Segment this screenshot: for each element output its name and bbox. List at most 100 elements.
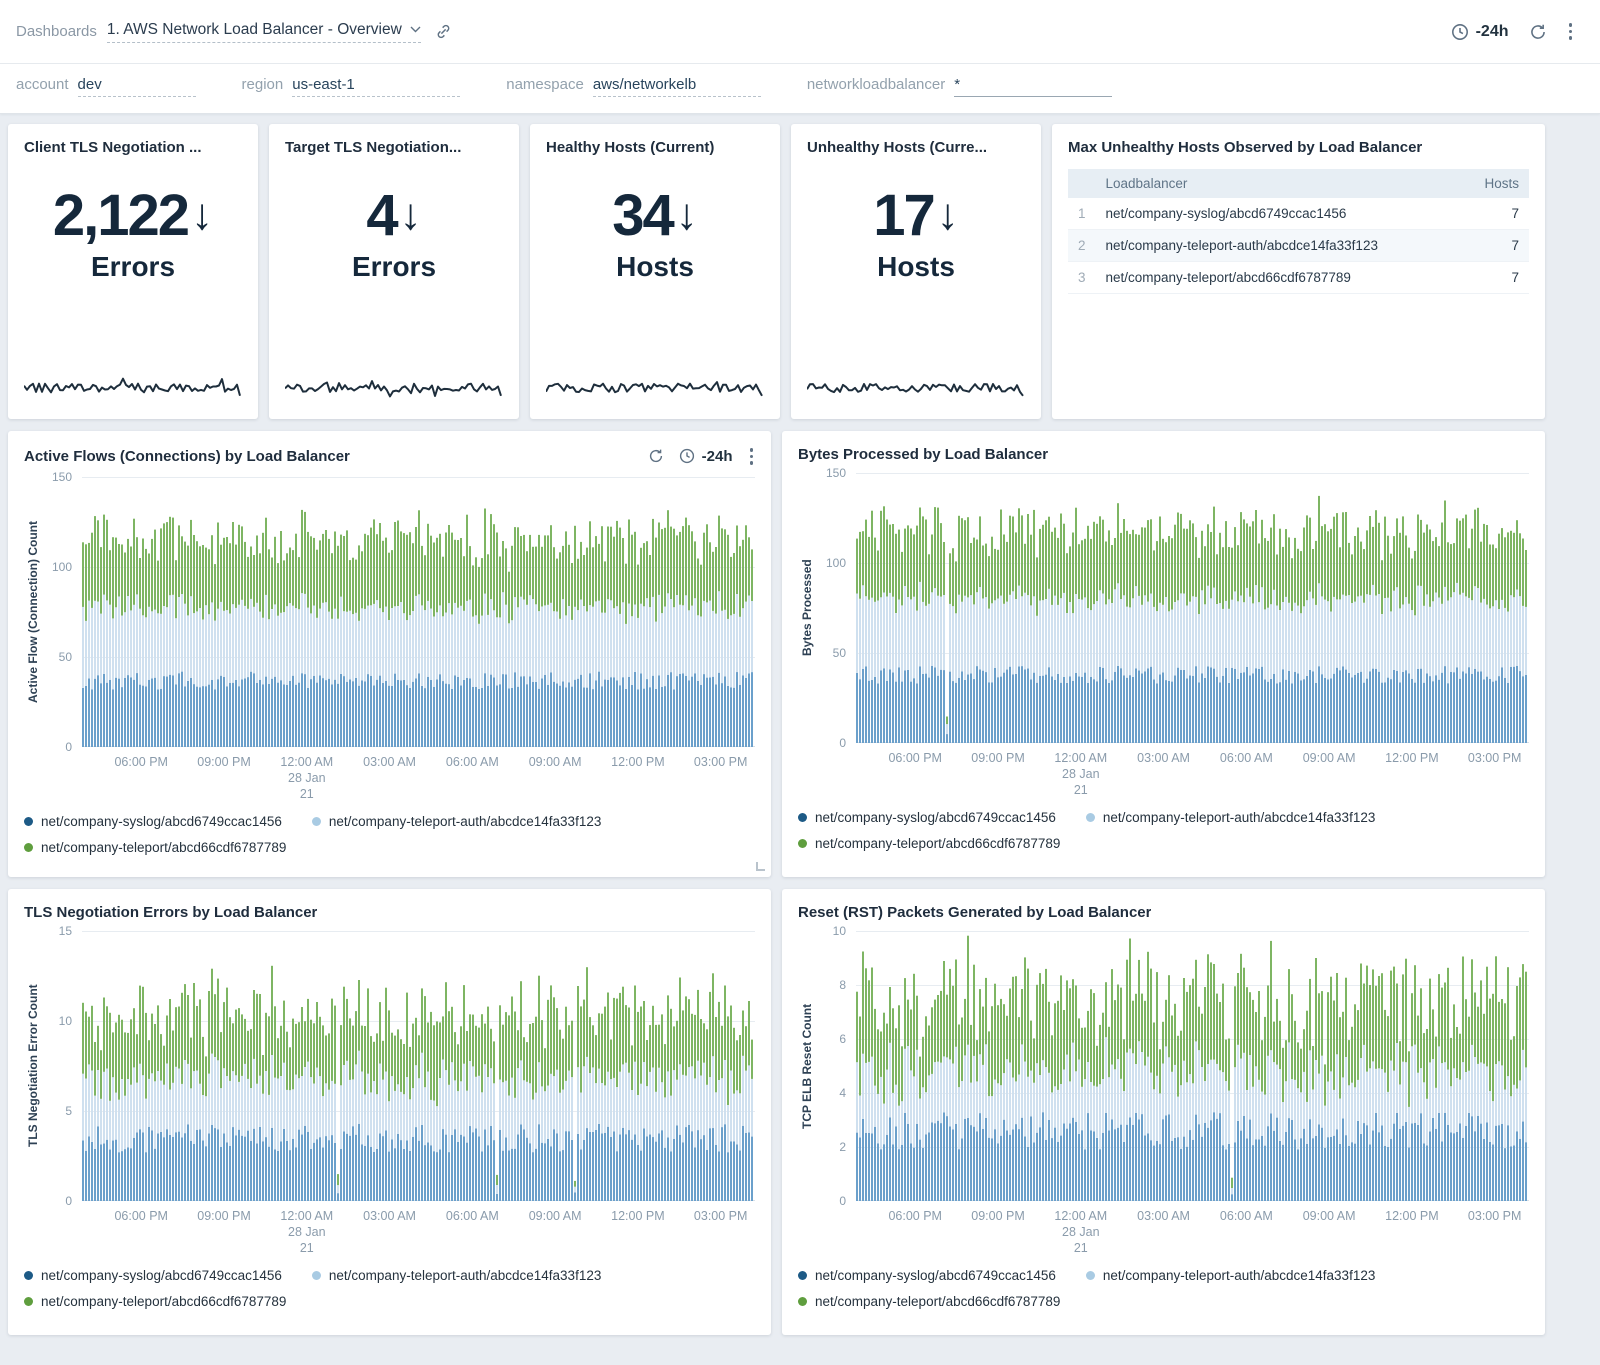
filter-value-region[interactable]: us-east-1	[292, 76, 460, 97]
refresh-icon	[648, 448, 664, 464]
hosts-table-header-row: Loadbalancer Hosts	[1068, 169, 1529, 198]
refresh-button[interactable]	[1529, 23, 1547, 41]
y-axis-ticks: 051015	[44, 931, 82, 1201]
panel-tls-negotiation-errors: TLS Negotiation Errors by Load Balancer …	[8, 889, 771, 1335]
legend-item[interactable]: net/company-syslog/abcd6749ccac1456	[798, 1268, 1056, 1283]
y-tick-label: 50	[833, 646, 846, 660]
chart-legend: net/company-syslog/abcd6749ccac1456 net/c…	[24, 805, 755, 857]
stat-value: 17↓	[807, 182, 1025, 249]
loadbalancer-name: net/company-teleport-auth/abcdce14fa33f1…	[1096, 230, 1461, 262]
kebab-menu-button[interactable]	[1567, 21, 1575, 42]
time-range-control[interactable]: -24h	[1451, 23, 1509, 41]
stat-panel-client-tls-errors: Client TLS Negotiation ... 2,122↓ Errors	[8, 124, 258, 419]
x-tick-label: 09:00 AM	[529, 1208, 582, 1224]
hosts-table: Loadbalancer Hosts 1net/company-syslog/a…	[1068, 169, 1529, 294]
filter-value-namespace[interactable]: aws/networkelb	[593, 76, 761, 97]
y-tick-label: 0	[839, 736, 846, 750]
y-tick-label: 0	[65, 740, 72, 754]
filter-value-networkloadbalancer[interactable]: *	[954, 76, 1112, 97]
chart-canvas	[82, 477, 755, 747]
x-tick-label: 12:00 AM28 Jan21	[280, 1208, 333, 1256]
resize-handle[interactable]	[756, 862, 765, 871]
x-tick-label: 06:00 AM	[446, 754, 499, 770]
panel-title: Active Flows (Connections) by Load Balan…	[24, 448, 350, 465]
x-tick-label: 03:00 PM	[694, 1208, 748, 1224]
x-tick-label: 09:00 PM	[971, 750, 1025, 766]
x-tick-label: 09:00 AM	[1303, 750, 1356, 766]
legend-item[interactable]: net/company-teleport-auth/abcdce14fa33f1…	[1086, 810, 1375, 825]
y-tick-label: 5	[65, 1104, 72, 1118]
dashboards-breadcrumb[interactable]: Dashboards	[16, 23, 97, 40]
legend-item[interactable]: net/company-teleport-auth/abcdce14fa33f1…	[312, 1268, 601, 1283]
legend-label: net/company-syslog/abcd6749ccac1456	[41, 814, 282, 829]
x-axis-ticks: 06:00 PM09:00 PM12:00 AM28 Jan2103:00 AM…	[82, 747, 755, 801]
x-tick-label: 12:00 AM28 Jan21	[1054, 1208, 1107, 1256]
y-tick-label: 8	[839, 978, 846, 992]
panel-title: Max Unhealthy Hosts Observed by Load Bal…	[1068, 139, 1529, 156]
table-row[interactable]: 1net/company-syslog/abcd6749ccac14567	[1068, 198, 1529, 230]
table-row[interactable]: 2net/company-teleport-auth/abcdce14fa33f…	[1068, 230, 1529, 262]
legend-item[interactable]: net/company-teleport-auth/abcdce14fa33f1…	[312, 814, 601, 829]
legend-item[interactable]: net/company-teleport/abcd66cdf6787789	[24, 1294, 286, 1309]
chart-plot-active-flows	[82, 477, 755, 747]
legend-dot-icon	[24, 843, 33, 852]
x-tick-label: 06:00 AM	[1220, 750, 1273, 766]
legend-label: net/company-syslog/abcd6749ccac1456	[815, 1268, 1056, 1283]
chart-refresh-button[interactable]	[648, 448, 664, 464]
y-tick-label: 4	[839, 1086, 846, 1100]
chart-canvas	[856, 931, 1529, 1201]
filter-networkloadbalancer: networkloadbalancer *	[807, 76, 1112, 97]
y-tick-label: 10	[833, 924, 846, 938]
legend-item[interactable]: net/company-teleport/abcd66cdf6787789	[798, 836, 1060, 851]
chart-canvas	[856, 473, 1529, 743]
legend-dot-icon	[798, 1297, 807, 1306]
y-tick-label: 50	[59, 650, 72, 664]
x-tick-label: 03:00 PM	[1468, 750, 1522, 766]
filter-label: namespace	[506, 76, 584, 93]
legend-item[interactable]: net/company-syslog/abcd6749ccac1456	[24, 1268, 282, 1283]
chart-time-range-control[interactable]: -24h	[679, 448, 733, 465]
legend-item[interactable]: net/company-teleport/abcd66cdf6787789	[798, 1294, 1060, 1309]
legend-item[interactable]: net/company-teleport/abcd66cdf6787789	[24, 840, 286, 855]
legend-dot-icon	[798, 839, 807, 848]
topbar: Dashboards 1. AWS Network Load Balancer …	[0, 0, 1600, 64]
share-link-button[interactable]	[435, 23, 452, 40]
legend-dot-icon	[798, 813, 807, 822]
stat-value: 4↓	[285, 182, 503, 249]
trend-down-icon: ↓	[191, 190, 213, 239]
stat-title: Healthy Hosts (Current)	[546, 139, 764, 156]
stat-title: Target TLS Negotiation...	[285, 139, 503, 156]
clock-icon	[679, 448, 695, 464]
x-tick-label: 12:00 AM28 Jan21	[1054, 750, 1107, 798]
row-index: 1	[1068, 198, 1096, 230]
dashboard-content: Client TLS Negotiation ... 2,122↓ Errors…	[0, 114, 1600, 1335]
x-tick-label: 09:00 PM	[197, 1208, 251, 1224]
table-row[interactable]: 3net/company-teleport/abcd66cdf67877897	[1068, 262, 1529, 294]
panel-title: TLS Negotiation Errors by Load Balancer	[24, 904, 317, 921]
stat-value: 2,122↓	[24, 182, 242, 249]
y-tick-label: 15	[59, 924, 72, 938]
legend-label: net/company-teleport-auth/abcdce14fa33f1…	[329, 1268, 601, 1283]
stat-unit: Hosts	[807, 251, 1025, 283]
legend-item[interactable]: net/company-teleport-auth/abcdce14fa33f1…	[1086, 1268, 1375, 1283]
chart-kebab-button[interactable]	[748, 446, 756, 467]
x-tick-label: 12:00 PM	[1385, 750, 1439, 766]
legend-item[interactable]: net/company-syslog/abcd6749ccac1456	[798, 810, 1056, 825]
dashboard-title-dropdown[interactable]: 1. AWS Network Load Balancer - Overview	[107, 21, 421, 43]
column-header-loadbalancer: Loadbalancer	[1096, 169, 1461, 198]
y-tick-label: 100	[52, 560, 72, 574]
filter-value-account[interactable]: dev	[78, 76, 196, 97]
loadbalancer-name: net/company-teleport/abcd66cdf6787789	[1096, 262, 1461, 294]
y-tick-label: 10	[59, 1014, 72, 1028]
legend-dot-icon	[312, 1271, 321, 1280]
x-tick-label: 03:00 AM	[363, 1208, 416, 1224]
x-tick-label: 12:00 AM28 Jan21	[280, 754, 333, 802]
legend-dot-icon	[24, 1297, 33, 1306]
legend-item[interactable]: net/company-syslog/abcd6749ccac1456	[24, 814, 282, 829]
chart-canvas	[82, 931, 755, 1201]
dashboard-title: 1. AWS Network Load Balancer - Overview	[107, 21, 402, 39]
stat-panel-target-tls-errors: Target TLS Negotiation... 4↓ Errors	[269, 124, 519, 419]
hosts-count: 7	[1461, 262, 1529, 294]
y-axis-label: Bytes Processed	[798, 473, 816, 743]
sparkline	[807, 375, 1025, 401]
